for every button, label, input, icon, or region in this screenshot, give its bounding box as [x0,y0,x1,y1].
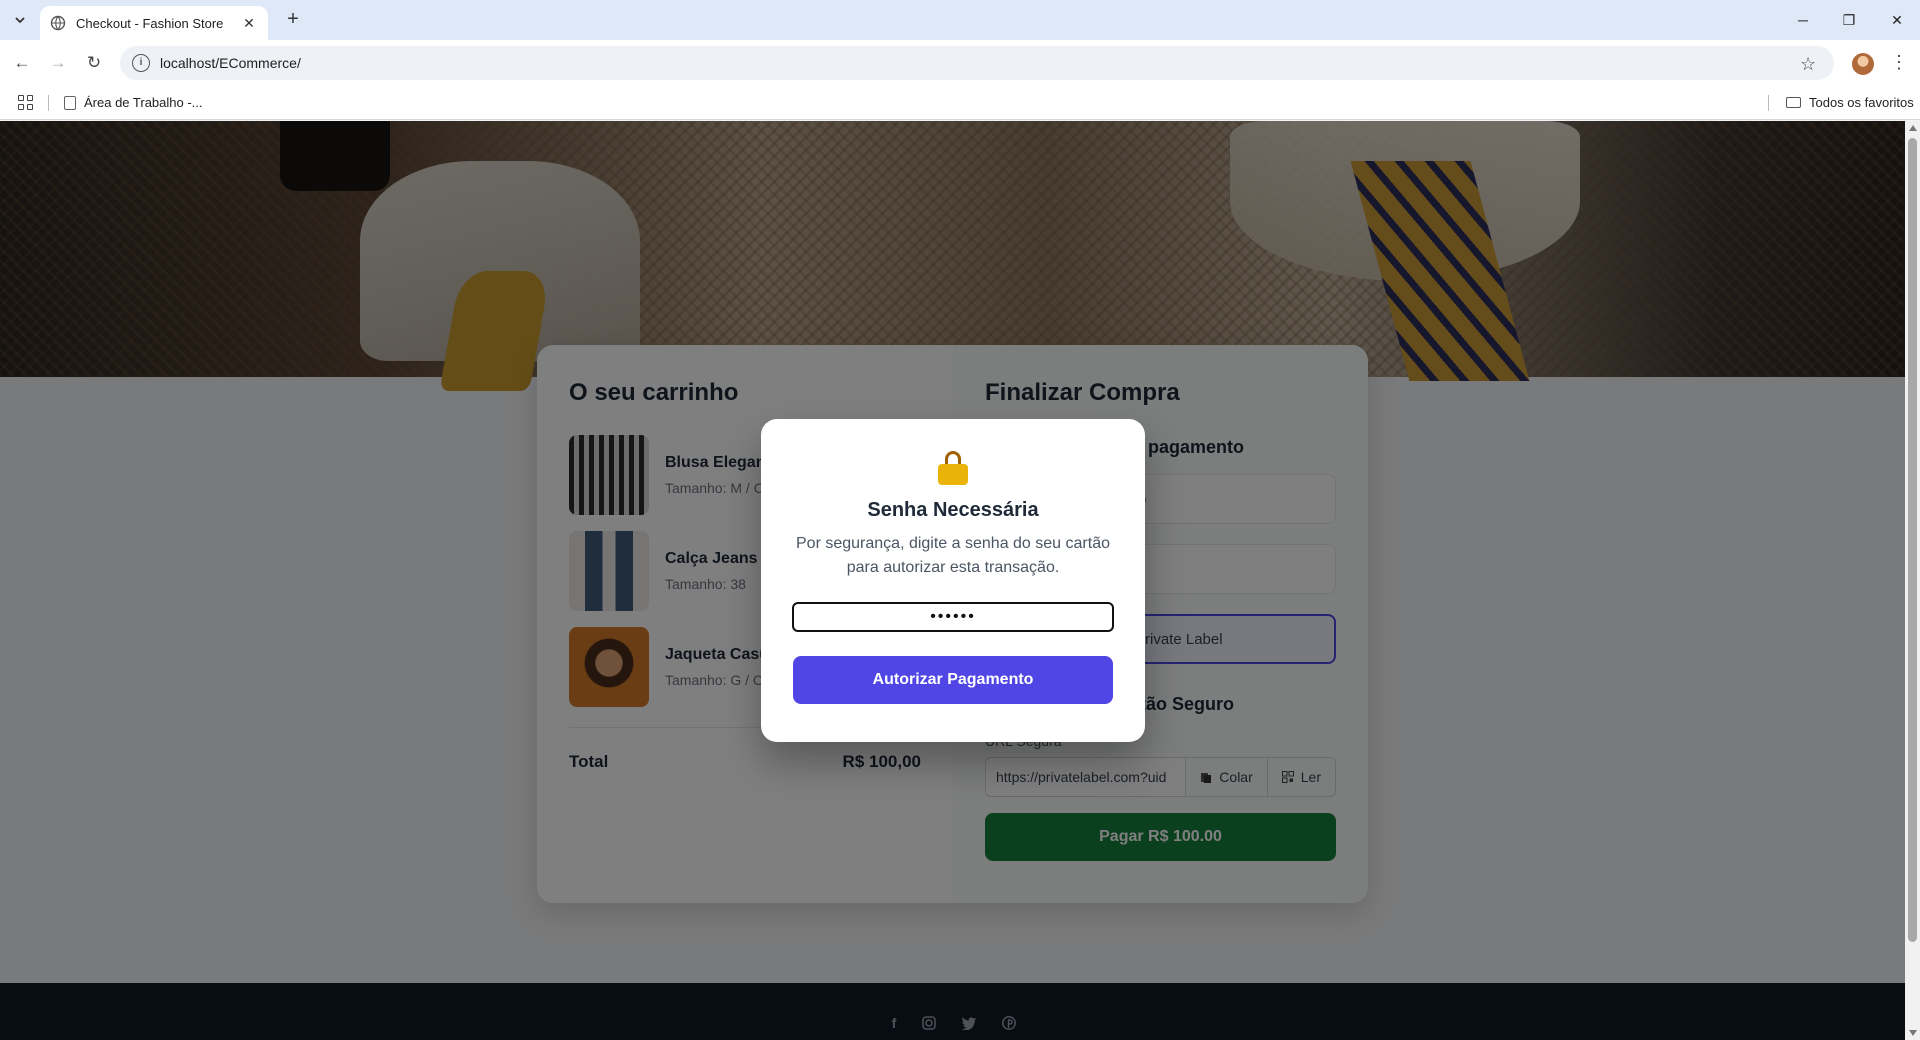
folder-icon [1786,97,1801,108]
url-text: localhost/ECommerce/ [160,55,301,71]
apps-icon[interactable] [18,95,33,110]
page-scrollbar[interactable] [1905,121,1920,1040]
window-close-icon[interactable]: ✕ [1874,0,1920,40]
close-icon[interactable]: ✕ [240,15,258,32]
all-bookmarks[interactable]: Todos os favoritos [1786,95,1914,110]
kebab-icon[interactable]: ⋮ [1890,53,1908,71]
restore-icon[interactable]: ❐ [1826,0,1872,40]
plus-icon[interactable]: + [281,8,305,32]
modal-message: Por segurança, digite a senha do seu car… [796,535,1110,576]
all-bookmarks-label: Todos os favoritos [1809,95,1914,110]
password-modal: Senha Necessária Por segurança, digite a… [761,419,1145,742]
chevron-down-icon[interactable] [8,8,32,32]
globe-icon [50,15,66,31]
info-icon[interactable]: i [132,54,150,72]
authorize-payment-button[interactable]: Autorizar Pagamento [793,656,1113,704]
reload-icon[interactable]: ↻ [80,49,108,77]
tab-checkout[interactable]: Checkout - Fashion Store ✕ [40,6,268,40]
divider [1768,95,1769,111]
forward-icon[interactable]: → [44,49,72,77]
scrollbar-thumb[interactable] [1908,138,1917,942]
modal-title: Senha Necessária [867,499,1039,521]
scroll-up-icon[interactable] [1909,125,1917,131]
browser-toolbar: ← → ↻ i localhost/ECommerce/ ☆ ⋮ [0,40,1920,86]
tab-strip: Checkout - Fashion Store ✕ + ─ ❐ ✕ [0,0,1920,40]
star-icon[interactable]: ☆ [1800,55,1816,73]
minimize-icon[interactable]: ─ [1780,0,1826,40]
tab-title: Checkout - Fashion Store [76,15,224,31]
lock-icon [938,451,968,485]
bookmark-label: Área de Trabalho -... [84,95,203,110]
bookmarks-bar: Área de Trabalho -... Todos os favoritos [0,86,1920,120]
document-icon [64,95,76,110]
password-input[interactable]: •••••• [792,602,1114,632]
page-viewport: O seu carrinho Blusa Elegan Tamanho: M /… [0,121,1905,1040]
back-icon[interactable]: ← [8,49,36,77]
bookmark-item[interactable]: Área de Trabalho -... [64,95,203,110]
divider [48,95,49,111]
address-bar[interactable]: i localhost/ECommerce/ [120,46,1834,80]
avatar[interactable] [1852,53,1874,75]
scroll-down-icon[interactable] [1909,1030,1917,1036]
